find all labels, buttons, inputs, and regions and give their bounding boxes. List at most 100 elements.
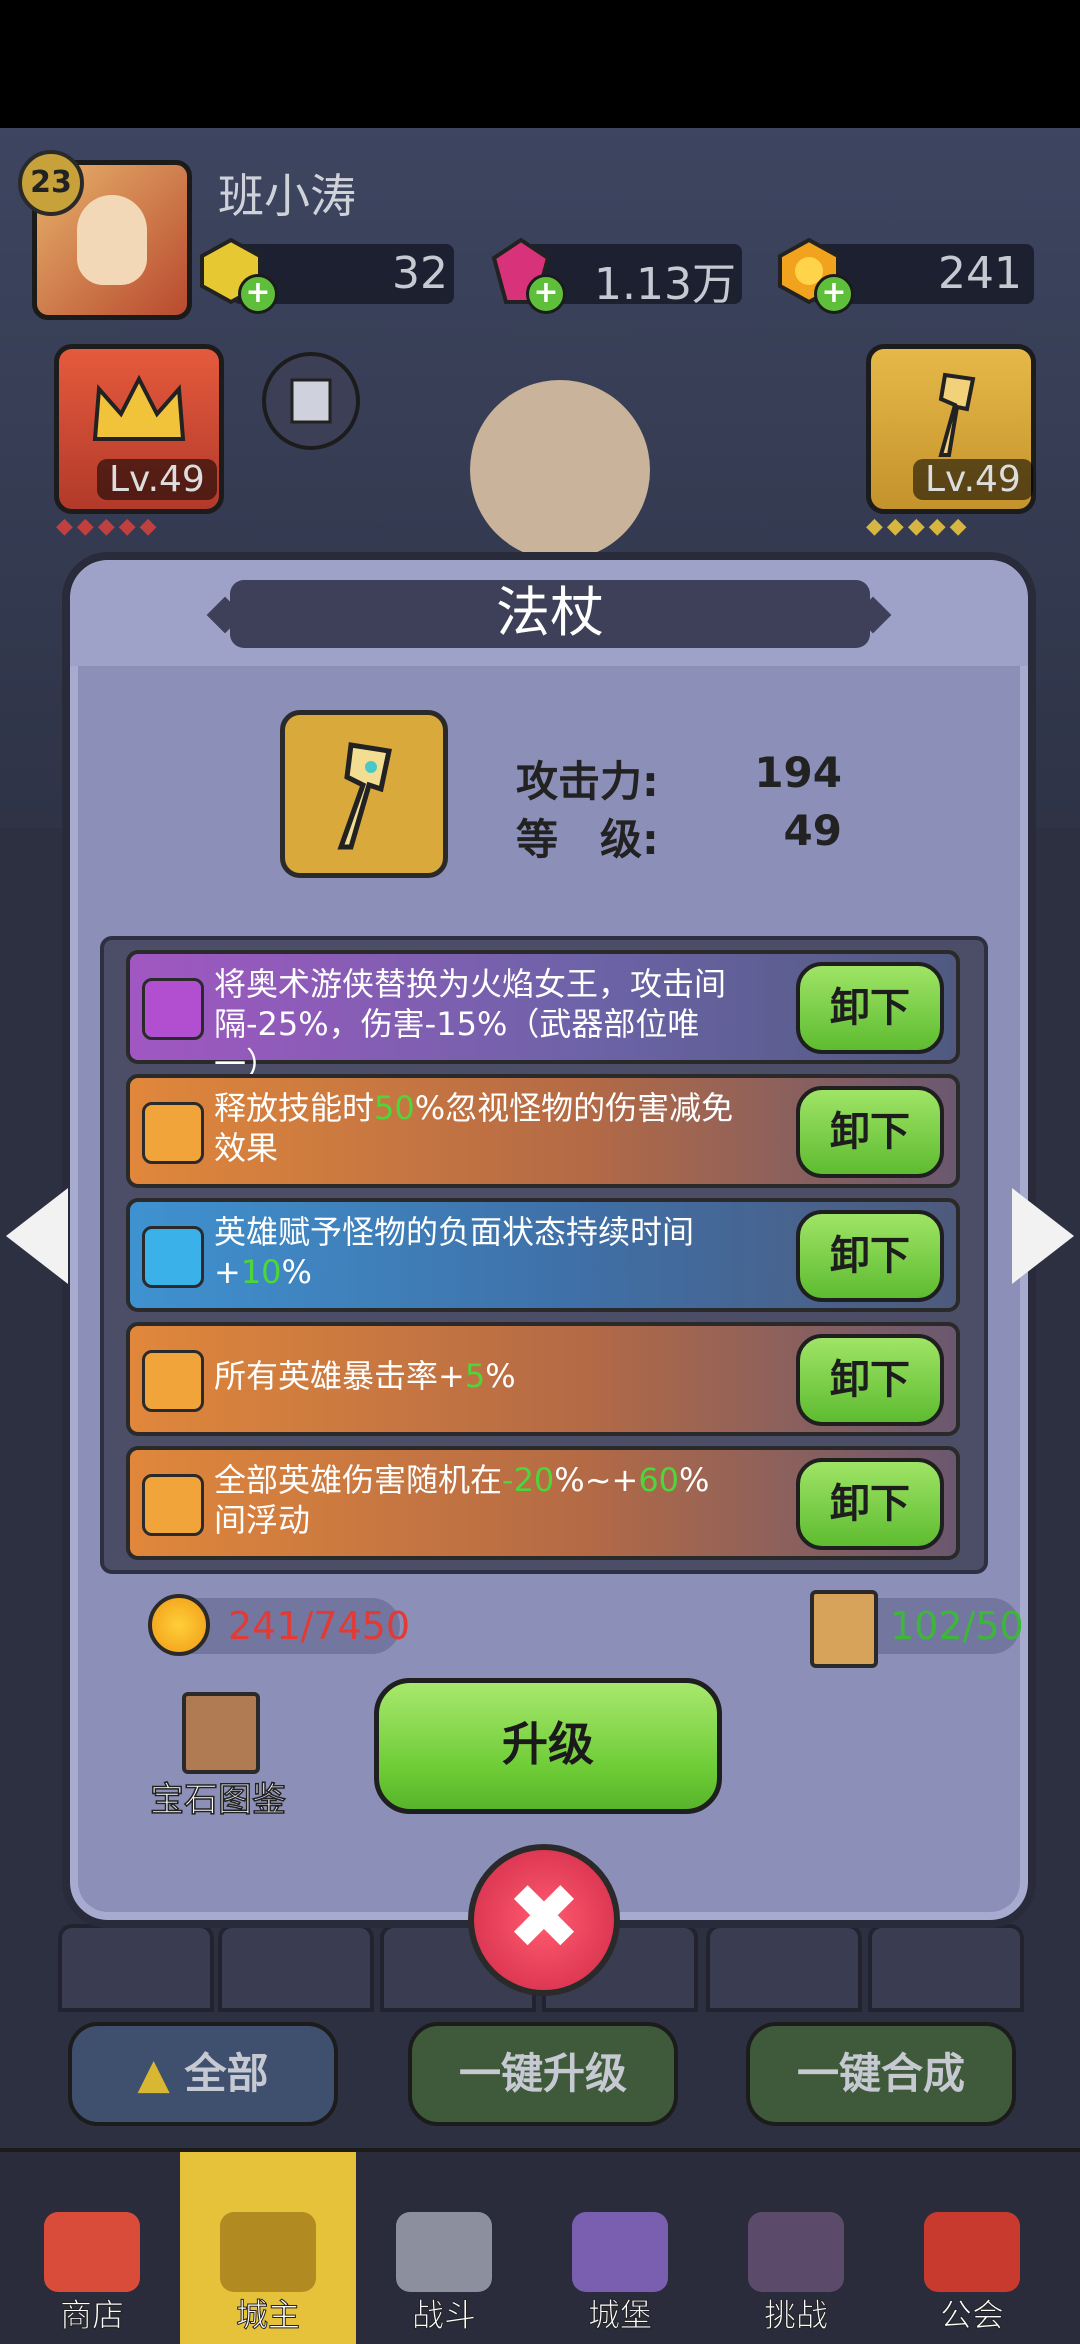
avatar-face bbox=[77, 195, 147, 285]
swirl-gem-icon bbox=[142, 1474, 204, 1536]
resource-crystals-value: 1.13万 bbox=[594, 259, 736, 310]
next-item-arrow-icon[interactable] bbox=[1012, 1188, 1074, 1284]
gem-text-part: 将奥术游侠替换为火焰女王，攻击间隔-25%，伤害-15%（武器部位唯一） bbox=[214, 965, 727, 1083]
level-value: 49 bbox=[783, 806, 842, 855]
merge-all-button[interactable]: 一键合成 bbox=[746, 2022, 1016, 2126]
nav-item-challenge[interactable]: 挑战 bbox=[708, 2152, 884, 2344]
attack-label: 攻击力: bbox=[516, 757, 659, 806]
close-icon: ✖ bbox=[506, 1865, 582, 1970]
attack-value: 194 bbox=[754, 748, 842, 797]
nav-label-shop: 商店 bbox=[59, 2296, 124, 2335]
nav-item-shop[interactable]: 商店 bbox=[4, 2152, 180, 2344]
gem-description: 所有英雄暴击率+5% bbox=[214, 1356, 734, 1396]
staff-icon bbox=[337, 742, 392, 850]
gem-text-part: 全部英雄伤害随机在 bbox=[214, 1461, 503, 1499]
upgrade-button[interactable]: 升级 bbox=[374, 1678, 722, 1814]
unload-gem-button[interactable]: 卸下 bbox=[796, 1210, 944, 1302]
status-bar bbox=[0, 0, 1080, 128]
scroll-log-button[interactable] bbox=[262, 352, 360, 450]
gold-coin-icon bbox=[148, 1594, 210, 1656]
swirl-gem-icon bbox=[142, 1102, 204, 1164]
gem-highlight-value: 10 bbox=[240, 1253, 282, 1291]
gem-highlight-value: -20 bbox=[502, 1461, 555, 1499]
level-label: 等 级: bbox=[516, 815, 659, 864]
gem-text-part: 释放技能时 bbox=[214, 1089, 375, 1127]
inventory-slot[interactable] bbox=[218, 1924, 374, 2012]
crown-icon bbox=[92, 374, 186, 441]
gem-text-part: 所有英雄暴击率+ bbox=[214, 1357, 465, 1395]
gem-description: 释放技能时50%忽视怪物的伤害减免效果 bbox=[214, 1088, 734, 1168]
filter-all-button[interactable]: ▲ 全部 bbox=[68, 2022, 338, 2126]
unload-gem-button[interactable]: 卸下 bbox=[796, 1334, 944, 1426]
nav-label-castle: 城堡 bbox=[587, 2296, 652, 2335]
nav-item-guild[interactable]: 公会 bbox=[884, 2152, 1060, 2344]
gem-text-part: % bbox=[281, 1253, 312, 1291]
gem-description: 英雄赋予怪物的负面状态持续时间+10% bbox=[214, 1212, 734, 1292]
crossed-swords-icon bbox=[396, 2212, 492, 2292]
bottom-navigation: 商店 城主 战斗 城堡 挑战 公会 bbox=[0, 2148, 1080, 2344]
gem-row: 所有英雄暴击率+5% 卸下 bbox=[126, 1322, 960, 1436]
gem-description: 全部英雄伤害随机在-20%~+60%间浮动 bbox=[214, 1460, 734, 1540]
hexagon-gem-icon bbox=[142, 1350, 204, 1412]
inventory-slot-locked[interactable] bbox=[58, 1924, 214, 2012]
unload-gem-button[interactable]: 卸下 bbox=[796, 1086, 944, 1178]
staff-icon bbox=[938, 372, 976, 457]
gem-list-panel: 将奥术游侠替换为火焰女王，攻击间隔-25%，伤害-15%（武器部位唯一） 卸下 … bbox=[100, 936, 988, 1574]
scroll-icon bbox=[290, 378, 332, 424]
nav-item-lord[interactable]: 城主 bbox=[180, 2152, 356, 2344]
shop-icon bbox=[44, 2212, 140, 2292]
previous-item-arrow-icon[interactable] bbox=[6, 1188, 68, 1284]
gem-row: 全部英雄伤害随机在-20%~+60%间浮动 卸下 bbox=[126, 1446, 960, 1560]
inventory-slot[interactable] bbox=[868, 1924, 1024, 2012]
gem-text-part: % bbox=[485, 1357, 516, 1395]
coin-cost-value: 241/7450 bbox=[228, 1604, 411, 1648]
add-coins-plus-icon[interactable]: + bbox=[814, 274, 854, 314]
nav-item-battle[interactable]: 战斗 bbox=[356, 2152, 532, 2344]
staff-slot-gem-dots: ◆◆◆◆◆ bbox=[866, 514, 971, 539]
arcane-gem-icon bbox=[142, 978, 204, 1040]
gem-row: 英雄赋予怪物的负面状态持续时间+10% 卸下 bbox=[126, 1198, 960, 1312]
blue-swirl-gem-icon bbox=[142, 1226, 204, 1288]
unload-gem-button[interactable]: 卸下 bbox=[796, 962, 944, 1054]
close-modal-button[interactable]: ✖ bbox=[468, 1844, 620, 1996]
nav-label-challenge: 挑战 bbox=[763, 2296, 828, 2335]
gem-row: 将奥术游侠替换为火焰女王，攻击间隔-25%，伤害-15%（武器部位唯一） 卸下 bbox=[126, 950, 960, 1083]
staff-level-label: Lv.49 bbox=[913, 459, 1033, 500]
staff-equipment-slot[interactable]: Lv.49 bbox=[866, 344, 1036, 514]
castle-icon bbox=[572, 2212, 668, 2292]
gem-highlight-value: 5 bbox=[464, 1357, 486, 1395]
weapon-icon-frame bbox=[280, 710, 448, 878]
gem-book-icon[interactable] bbox=[182, 1692, 260, 1774]
gem-description: 将奥术游侠替换为火焰女王，攻击间隔-25%，伤害-15%（武器部位唯一） bbox=[214, 964, 734, 1084]
player-level-badge: 23 bbox=[18, 150, 84, 216]
crown-icon bbox=[220, 2212, 316, 2292]
filter-all-label: 全部 bbox=[184, 2049, 269, 2098]
unload-gem-button[interactable]: 卸下 bbox=[796, 1458, 944, 1550]
inventory-slot[interactable] bbox=[706, 1924, 862, 2012]
nav-label-guild: 公会 bbox=[939, 2296, 1004, 2335]
crown-equipment-slot[interactable]: Lv.49 bbox=[54, 344, 224, 514]
nav-label-lord: 城主 bbox=[235, 2296, 300, 2335]
scroll-cost-value: 102/50 bbox=[890, 1604, 1024, 1648]
nav-label-battle: 战斗 bbox=[411, 2296, 476, 2335]
title-plate: 法杖 bbox=[230, 580, 870, 648]
crown-slot-gem-dots: ◆◆◆◆◆ bbox=[56, 514, 161, 539]
gem-highlight-value: 60 bbox=[638, 1461, 680, 1499]
triangle-icon: ▲ bbox=[137, 2049, 185, 2098]
weapon-scroll-icon bbox=[810, 1590, 878, 1668]
gem-book-label[interactable]: 宝石图鉴 bbox=[149, 1772, 287, 1821]
gem-text-part: %~+ bbox=[554, 1461, 639, 1499]
add-gems-plus-icon[interactable]: + bbox=[238, 274, 278, 314]
upgrade-all-button[interactable]: 一键升级 bbox=[408, 2022, 678, 2126]
demon-icon bbox=[748, 2212, 844, 2292]
weapon-detail-modal: 法杖 攻击力: 194 等 级: 49 将奥术游侠替换为火焰女王，攻击间隔-25… bbox=[62, 552, 1036, 1928]
crown-level-label: Lv.49 bbox=[97, 459, 217, 500]
resource-gems-value: 32 bbox=[392, 248, 448, 299]
gem-highlight-value: 50 bbox=[374, 1089, 415, 1127]
resource-coins-value: 241 bbox=[938, 248, 1022, 299]
nav-item-castle[interactable]: 城堡 bbox=[532, 2152, 708, 2344]
add-crystals-plus-icon[interactable]: + bbox=[526, 274, 566, 314]
hero-character-portrait bbox=[470, 380, 650, 560]
modal-title: 法杖 bbox=[496, 581, 604, 644]
player-name: 班小涛 bbox=[218, 169, 356, 223]
